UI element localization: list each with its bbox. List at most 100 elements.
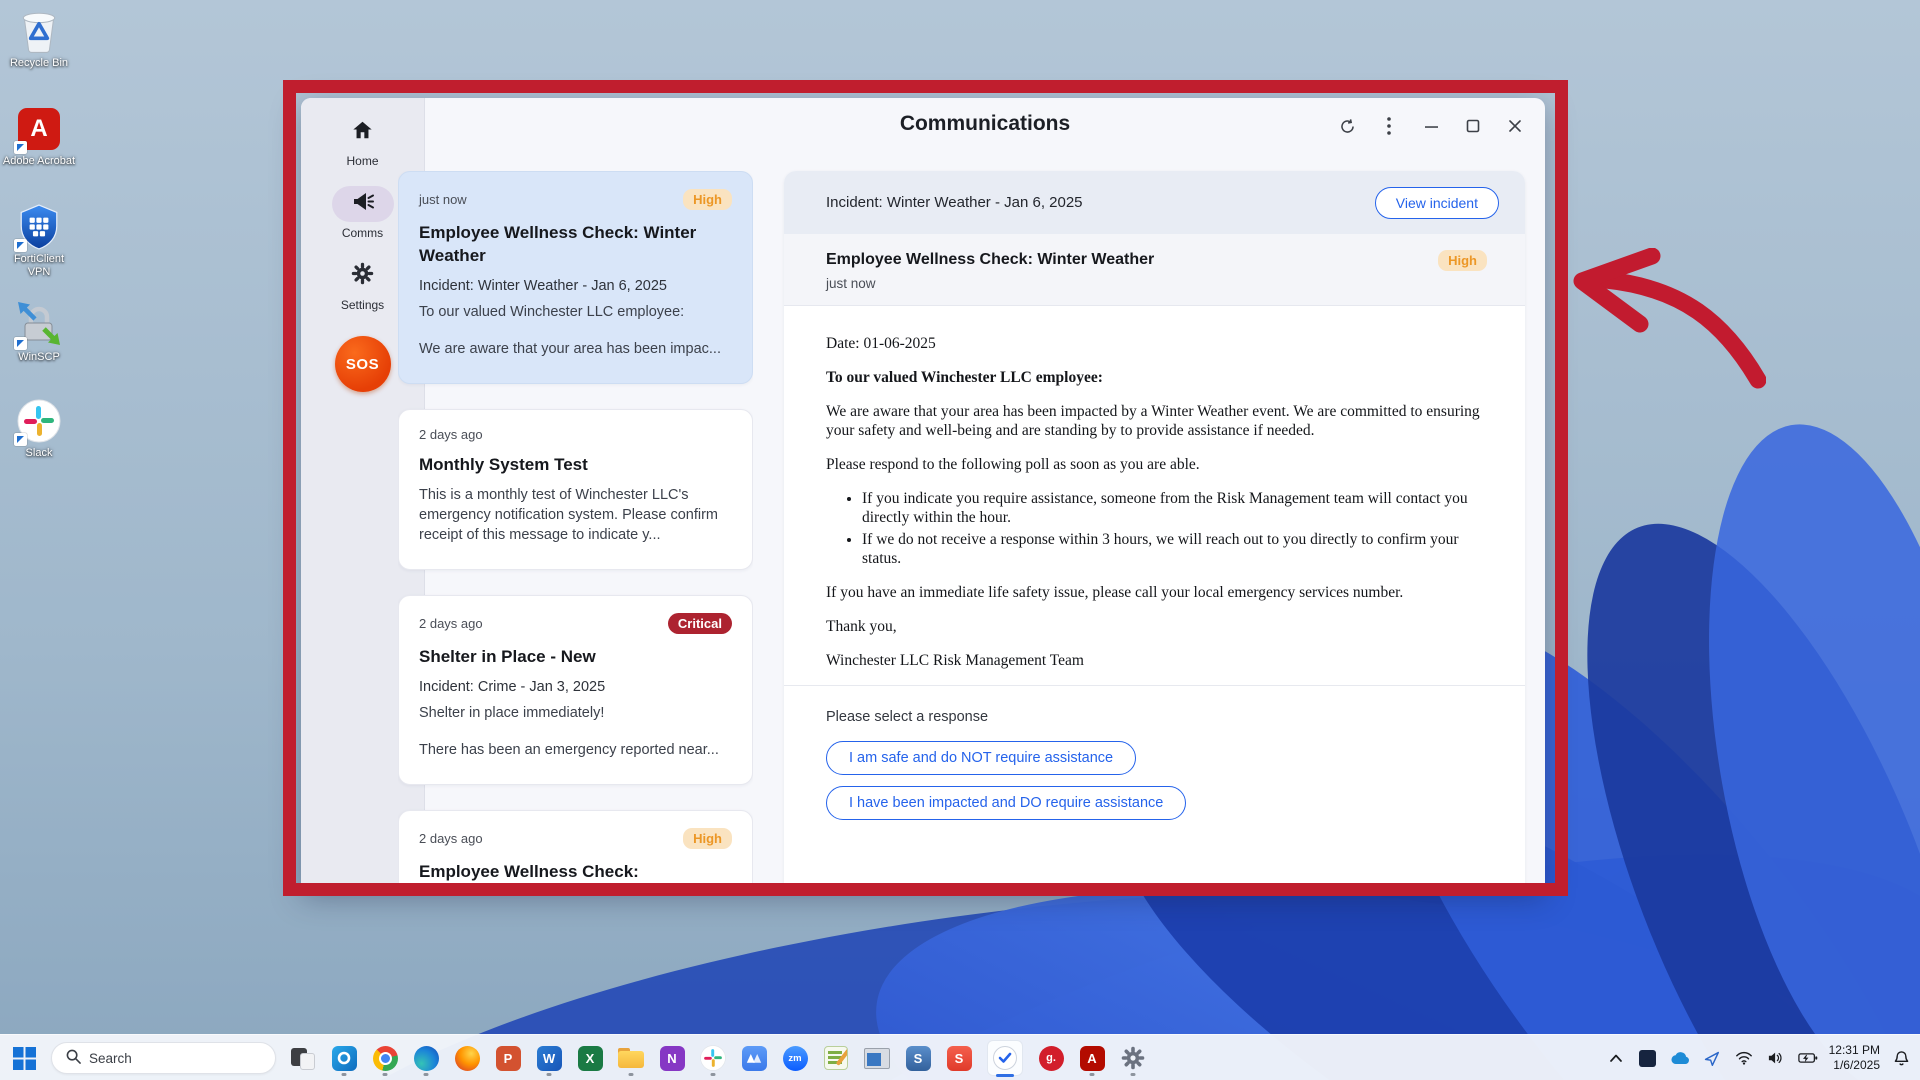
notification-list: just now High Employee Wellness Check: W… xyxy=(398,171,753,890)
response-section: Please select a response I am safe and d… xyxy=(784,686,1525,854)
grammarly-icon[interactable]: g. xyxy=(1037,1038,1065,1078)
view-incident-button[interactable]: View incident xyxy=(1374,186,1499,219)
notification-card-monthly-test[interactable]: 2 days ago Monthly System Test This is a… xyxy=(398,409,753,570)
edge-icon[interactable] xyxy=(412,1038,440,1078)
notification-card-winter-weather[interactable]: just now High Employee Wellness Check: W… xyxy=(398,171,753,384)
word-icon[interactable]: W xyxy=(535,1038,563,1078)
refresh-icon[interactable] xyxy=(1333,112,1361,140)
red-s-app-icon[interactable]: S xyxy=(945,1038,973,1078)
card-line: We are aware that your area has been imp… xyxy=(419,341,721,357)
sidebar-item-comms[interactable]: Comms xyxy=(331,186,394,240)
desktop-icon-label: Recycle Bin xyxy=(9,57,69,69)
clock-date: 1/6/2025 xyxy=(1833,1058,1880,1072)
body-paragraph: Please respond to the following poll as … xyxy=(826,456,1200,473)
desktop: Recycle Bin A Adobe Acrobat FortiClient … xyxy=(0,0,1920,1080)
firefox-icon[interactable] xyxy=(453,1038,481,1078)
remote-viewer-icon[interactable] xyxy=(863,1038,891,1078)
body-bullet: If we do not receive a response within 3… xyxy=(862,530,1481,568)
slack-icon[interactable] xyxy=(699,1038,727,1078)
file-explorer-icon[interactable] xyxy=(617,1038,645,1078)
taskbar-search[interactable]: Search xyxy=(51,1042,276,1074)
body-salutation: To our valued Winchester LLC employee: xyxy=(826,369,1103,386)
notification-bell-icon[interactable] xyxy=(1890,1038,1912,1078)
card-line: Incident: Winter Weather - Jan 6, 2025 xyxy=(419,278,667,294)
card-line: Incident: Crime - Jan 3, 2025 xyxy=(419,679,606,695)
sidebar-item-settings[interactable]: Settings xyxy=(332,258,394,312)
comms-app-active-icon[interactable] xyxy=(986,1038,1024,1078)
desktop-icon-label: FortiClient VPN xyxy=(13,253,65,278)
maximize-button[interactable] xyxy=(1459,112,1487,140)
sidebar-item-label: Comms xyxy=(341,226,384,240)
message-title: Employee Wellness Check: Winter Weather xyxy=(826,251,1155,268)
home-icon xyxy=(351,119,374,146)
desktop-icon-label: WinSCP xyxy=(18,351,60,363)
close-button[interactable] xyxy=(1501,112,1529,140)
settings-gear-icon[interactable] xyxy=(1119,1038,1147,1078)
card-line: Shelter in place immediately! xyxy=(419,705,605,721)
sidebar-item-label: Settings xyxy=(340,298,385,312)
body-paragraph: We are aware that your area has been imp… xyxy=(826,403,1480,439)
shortcut-arrow-icon xyxy=(14,337,27,350)
message-body: Date: 01-06-2025 To our valued Wincheste… xyxy=(784,306,1525,670)
body-paragraph: If you have an immediate life safety iss… xyxy=(826,584,1404,601)
task-view-icon[interactable] xyxy=(289,1038,317,1078)
desktop-icon-label: Adobe Acrobat xyxy=(2,155,76,167)
notification-card-shelter-in-place[interactable]: 2 days ago Critical Shelter in Place - N… xyxy=(398,595,753,785)
card-title: Monthly System Test xyxy=(419,455,588,474)
start-button[interactable] xyxy=(10,1038,38,1078)
battery-icon[interactable] xyxy=(1797,1038,1819,1078)
snagit-icon[interactable]: S xyxy=(904,1038,932,1078)
tray-app-icon[interactable] xyxy=(1637,1038,1659,1078)
slack-icon xyxy=(14,398,62,446)
search-icon xyxy=(66,1049,81,1067)
location-arrow-icon[interactable] xyxy=(1701,1038,1723,1078)
sos-button[interactable]: SOS xyxy=(334,336,391,392)
forticlient-shield-icon xyxy=(14,204,62,252)
card-timestamp: 2 days ago xyxy=(419,831,483,846)
response-prompt: Please select a response xyxy=(826,709,989,725)
communications-window: Home Comms Settings SOS Communications j… xyxy=(301,98,1545,890)
body-bullet-list: If you indicate you require assistance, … xyxy=(838,489,1481,568)
sidebar-item-home[interactable]: Home xyxy=(332,114,394,168)
card-line: There has been an emergency reported nea… xyxy=(419,742,719,758)
tray-clock[interactable]: 12:31 PM 1/6/2025 xyxy=(1829,1043,1880,1073)
response-safe-button[interactable]: I am safe and do NOT require assistance xyxy=(826,741,1137,775)
desktop-icon-adobe-acrobat[interactable]: A Adobe Acrobat xyxy=(2,106,76,168)
desktop-icon-forticlient-vpn[interactable]: FortiClient VPN xyxy=(2,204,76,278)
zoom-icon[interactable]: zm xyxy=(781,1038,809,1078)
adobe-acrobat-icon: A xyxy=(14,106,62,154)
powerpoint-icon[interactable]: P xyxy=(494,1038,522,1078)
excel-icon[interactable]: X xyxy=(576,1038,604,1078)
recycle-bin-icon xyxy=(16,8,62,54)
message-detail-panel: Incident: Winter Weather - Jan 6, 2025 V… xyxy=(784,171,1525,890)
response-impacted-button[interactable]: I have been impacted and DO require assi… xyxy=(826,786,1187,820)
chrome-icon[interactable] xyxy=(371,1038,399,1078)
notification-card-earthquake[interactable]: 2 days ago High Employee Wellness Check:… xyxy=(398,810,753,890)
search-label: Search xyxy=(89,1050,132,1066)
desktop-icon-slack[interactable]: Slack xyxy=(2,398,76,460)
priority-badge: High xyxy=(1438,250,1487,271)
acrobat-icon[interactable]: A xyxy=(1078,1038,1106,1078)
message-header: Employee Wellness Check: Winter Weather … xyxy=(784,234,1525,306)
minimize-button[interactable] xyxy=(1417,112,1445,140)
tray-chevron-up-icon[interactable] xyxy=(1605,1038,1627,1078)
notepad-plus-icon[interactable] xyxy=(822,1038,850,1078)
card-timestamp: just now xyxy=(419,192,467,207)
wifi-icon[interactable] xyxy=(1733,1038,1755,1078)
kebab-menu-icon[interactable] xyxy=(1375,112,1403,140)
priority-badge: Critical xyxy=(667,613,732,634)
winscp-lock-icon xyxy=(14,302,62,350)
onenote-icon[interactable]: N xyxy=(658,1038,686,1078)
window-controls xyxy=(1333,112,1529,140)
blue-peaks-app-icon[interactable] xyxy=(740,1038,768,1078)
body-paragraph: Winchester LLC Risk Management Team xyxy=(826,652,1084,669)
outlook-icon[interactable] xyxy=(330,1038,358,1078)
onedrive-icon[interactable] xyxy=(1669,1038,1691,1078)
volume-icon[interactable] xyxy=(1765,1038,1787,1078)
desktop-icon-recycle-bin[interactable]: Recycle Bin xyxy=(2,8,76,70)
desktop-icon-winscp[interactable]: WinSCP xyxy=(2,302,76,364)
shortcut-arrow-icon xyxy=(14,239,27,252)
card-timestamp: 2 days ago xyxy=(419,427,483,442)
taskbar: Search P W X N zm S S g. A 12:31 PM 1/6/… xyxy=(0,1034,1920,1080)
megaphone-icon xyxy=(351,191,375,218)
